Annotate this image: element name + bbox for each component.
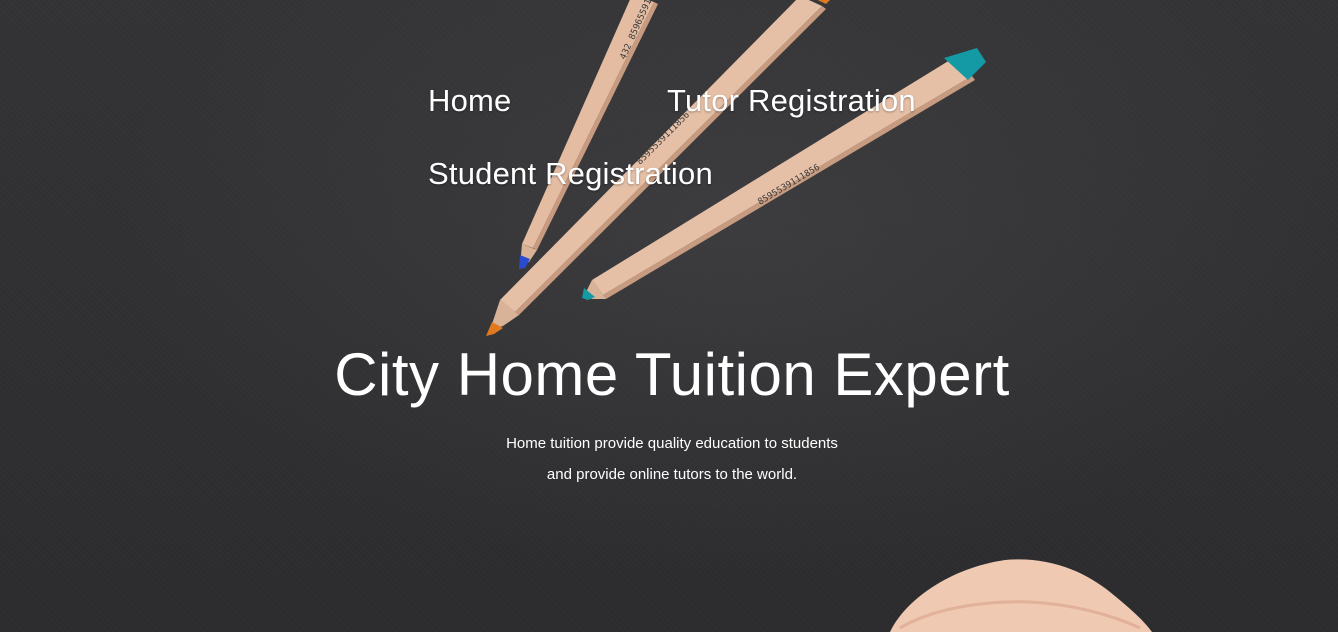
hero-subtitle-line-1: Home tuition provide quality education t… <box>506 435 838 452</box>
nav-link-tutor-registration[interactable]: Tutor Registration <box>667 83 916 119</box>
hero-subtitle-line-2: and provide online tutors to the world. <box>546 466 798 483</box>
nav-link-home[interactable]: Home <box>428 83 512 119</box>
nav-link-student-registration[interactable]: Student Registration <box>428 156 713 192</box>
hand-image <box>890 559 1152 632</box>
hero-title: City Home Tuition Expert <box>334 341 1010 408</box>
